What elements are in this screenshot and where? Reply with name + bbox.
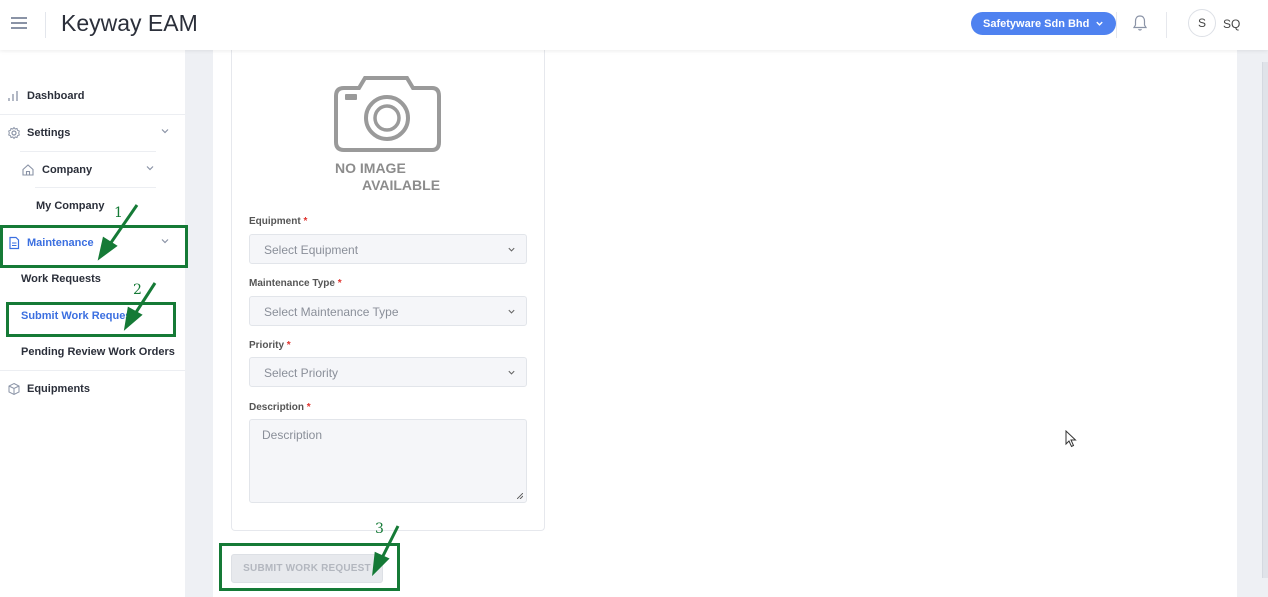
description-label-text: Description	[249, 402, 305, 413]
sidebar-item-label: My Company	[36, 200, 105, 212]
no-image-text-line1: NO IMAGE	[335, 160, 406, 176]
company-selector-label: Safetyware Sdn Bhd	[983, 17, 1090, 30]
cube-icon	[8, 382, 20, 396]
chevron-down-icon	[1096, 21, 1104, 26]
home-icon	[22, 164, 34, 176]
scrollbar[interactable]	[1262, 62, 1268, 578]
top-header: Keyway EAM Safetyware Sdn Bhd S SQ	[0, 0, 1268, 50]
priority-select-placeholder: Select Priority	[264, 366, 339, 380]
sidebar-item-my-company[interactable]: My Company	[0, 188, 185, 224]
equipment-select[interactable]: Select Equipment	[249, 234, 527, 264]
avatar[interactable]: S	[1188, 9, 1216, 37]
sidebar-item-label: Work Requests	[21, 273, 101, 285]
resize-handle-icon[interactable]	[517, 493, 523, 499]
required-mark: *	[337, 278, 342, 289]
sidebar-item-equipments[interactable]: Equipments	[0, 371, 185, 407]
bar-chart-icon	[8, 91, 18, 101]
app-brand[interactable]: Keyway EAM	[61, 10, 198, 37]
maintenance-type-select-placeholder: Select Maintenance Type	[264, 305, 399, 319]
annotation-box-submit-button	[219, 543, 400, 591]
sidebar-item-pending-review-work-orders[interactable]: Pending Review Work Orders	[0, 334, 185, 370]
hamburger-menu-icon[interactable]	[11, 17, 27, 29]
required-mark: *	[306, 402, 311, 413]
maintenance-type-label-text: Maintenance Type	[249, 278, 335, 289]
chevron-down-icon	[161, 129, 169, 134]
chevron-down-icon	[508, 370, 515, 375]
sidebar-item-label: Company	[42, 164, 93, 176]
annotation-box-submit-work-request	[6, 302, 176, 337]
sidebar-item-company[interactable]: Company	[0, 152, 185, 188]
sidebar-item-settings[interactable]: Settings	[0, 115, 185, 151]
annotation-step-2: 2	[133, 282, 142, 298]
sidebar-item-label: Settings	[27, 127, 71, 139]
description-placeholder: Description	[262, 428, 323, 442]
chevron-down-icon	[508, 247, 515, 252]
maintenance-type-label: Maintenance Type *	[249, 278, 342, 289]
required-mark: *	[286, 340, 291, 351]
description-label: Description *	[249, 402, 311, 413]
bell-icon[interactable]	[1132, 14, 1148, 32]
maintenance-type-select[interactable]: Select Maintenance Type	[249, 296, 527, 326]
equipment-label: Equipment *	[249, 216, 307, 227]
annotation-step-1: 1	[114, 205, 123, 221]
chevron-down-icon	[146, 166, 154, 171]
annotation-step-3: 3	[375, 521, 384, 537]
priority-select[interactable]: Select Priority	[249, 357, 527, 387]
company-selector-button[interactable]: Safetyware Sdn Bhd	[971, 12, 1117, 35]
priority-label-text: Priority	[249, 340, 285, 351]
header-divider	[1116, 12, 1117, 38]
sidebar-item-dashboard[interactable]: Dashboard	[0, 78, 185, 114]
equipment-label-text: Equipment	[249, 216, 301, 227]
sidebar-item-label: Pending Review Work Orders	[21, 346, 175, 358]
description-textarea[interactable]: Description	[249, 419, 527, 503]
user-name[interactable]: SQ	[1223, 17, 1240, 31]
brand-divider	[45, 12, 46, 38]
chevron-down-icon	[508, 309, 515, 314]
equipment-select-placeholder: Select Equipment	[264, 243, 359, 257]
sidebar-item-label: Dashboard	[27, 90, 85, 102]
mouse-cursor-icon	[1065, 430, 1077, 448]
no-image-text-line2: AVAILABLE	[362, 177, 441, 193]
header-divider	[1166, 12, 1167, 38]
priority-label: Priority *	[249, 340, 291, 351]
annotation-box-maintenance	[0, 225, 188, 268]
sidebar-item-label: Equipments	[27, 383, 90, 395]
camera-icon	[334, 76, 441, 152]
gear-icon	[8, 126, 20, 140]
required-mark: *	[303, 216, 308, 227]
